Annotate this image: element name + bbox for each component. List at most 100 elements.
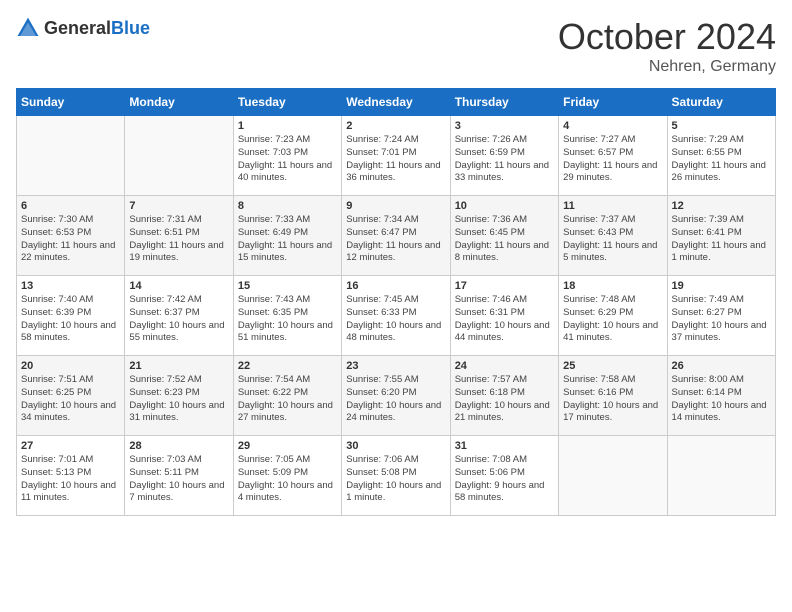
- day-number: 28: [129, 440, 228, 452]
- month-title: October 2024: [558, 16, 776, 58]
- day-cell: 12 Sunrise: 7:39 AM Sunset: 6:41 PM Dayli…: [667, 196, 775, 276]
- week-row-2: 6 Sunrise: 7:30 AM Sunset: 6:53 PM Daylig…: [17, 196, 776, 276]
- day-number: 8: [238, 200, 337, 212]
- day-number: 22: [238, 360, 337, 372]
- day-number: 1: [238, 120, 337, 132]
- day-cell: [559, 436, 667, 516]
- page-header: GeneralBlue October 2024 Nehren, Germany: [16, 16, 776, 76]
- day-info: Sunrise: 7:52 AM Sunset: 6:23 PM Dayligh…: [129, 374, 228, 425]
- week-row-4: 20 Sunrise: 7:51 AM Sunset: 6:25 PM Dayli…: [17, 356, 776, 436]
- day-info: Sunrise: 7:31 AM Sunset: 6:51 PM Dayligh…: [129, 214, 228, 265]
- day-cell: 6 Sunrise: 7:30 AM Sunset: 6:53 PM Daylig…: [17, 196, 125, 276]
- day-info: Sunrise: 7:43 AM Sunset: 6:35 PM Dayligh…: [238, 294, 337, 345]
- day-number: 15: [238, 280, 337, 292]
- day-cell: 24 Sunrise: 7:57 AM Sunset: 6:18 PM Dayli…: [450, 356, 558, 436]
- day-cell: 15 Sunrise: 7:43 AM Sunset: 6:35 PM Dayli…: [233, 276, 341, 356]
- day-cell: 16Sunrise: 7:45 AM Sunset: 6:33 PM Dayli…: [342, 276, 450, 356]
- day-number: 20: [21, 360, 120, 372]
- day-info: Sunrise: 7:57 AM Sunset: 6:18 PM Dayligh…: [455, 374, 554, 425]
- day-info: Sunrise: 7:33 AM Sunset: 6:49 PM Dayligh…: [238, 214, 337, 265]
- day-number: 12: [672, 200, 771, 212]
- day-cell: 13 Sunrise: 7:40 AM Sunset: 6:39 PM Dayli…: [17, 276, 125, 356]
- header-cell-tuesday: Tuesday: [233, 89, 341, 116]
- day-number: 31: [455, 440, 554, 452]
- day-number: 6: [21, 200, 120, 212]
- day-info: Sunrise: 7:29 AM Sunset: 6:55 PM Dayligh…: [672, 134, 771, 185]
- day-number: 11: [563, 200, 662, 212]
- day-info: Sunrise: 7:48 AM Sunset: 6:29 PM Dayligh…: [563, 294, 662, 345]
- day-info: Sunrise: 7:24 AM Sunset: 7:01 PM Dayligh…: [346, 134, 445, 185]
- logo: GeneralBlue: [16, 16, 150, 40]
- day-number: 23: [346, 360, 445, 372]
- day-cell: 25Sunrise: 7:58 AM Sunset: 6:16 PM Dayli…: [559, 356, 667, 436]
- day-number: 2: [346, 120, 445, 132]
- day-cell: 31 Sunrise: 7:08 AM Sunset: 5:06 PM Dayli…: [450, 436, 558, 516]
- header-cell-wednesday: Wednesday: [342, 89, 450, 116]
- day-number: 26: [672, 360, 771, 372]
- day-cell: 18 Sunrise: 7:48 AM Sunset: 6:29 PM Dayli…: [559, 276, 667, 356]
- day-info: Sunrise: 7:49 AM Sunset: 6:27 PM Dayligh…: [672, 294, 771, 345]
- day-number: 25: [563, 360, 662, 372]
- calendar-table: SundayMondayTuesdayWednesdayThursdayFrid…: [16, 88, 776, 516]
- week-row-5: 27Sunrise: 7:01 AM Sunset: 5:13 PM Dayli…: [17, 436, 776, 516]
- day-info: Sunrise: 7:51 AM Sunset: 6:25 PM Dayligh…: [21, 374, 120, 425]
- day-info: Sunrise: 7:55 AM Sunset: 6:20 PM Dayligh…: [346, 374, 445, 425]
- day-cell: 9Sunrise: 7:34 AM Sunset: 6:47 PM Daylig…: [342, 196, 450, 276]
- day-info: Sunrise: 7:26 AM Sunset: 6:59 PM Dayligh…: [455, 134, 554, 185]
- day-info: Sunrise: 7:46 AM Sunset: 6:31 PM Dayligh…: [455, 294, 554, 345]
- day-info: Sunrise: 8:00 AM Sunset: 6:14 PM Dayligh…: [672, 374, 771, 425]
- day-cell: 2 Sunrise: 7:24 AM Sunset: 7:01 PM Daylig…: [342, 116, 450, 196]
- day-info: Sunrise: 7:03 AM Sunset: 5:11 PM Dayligh…: [129, 454, 228, 505]
- day-number: 3: [455, 120, 554, 132]
- day-number: 5: [672, 120, 771, 132]
- day-info: Sunrise: 7:42 AM Sunset: 6:37 PM Dayligh…: [129, 294, 228, 345]
- day-info: Sunrise: 7:30 AM Sunset: 6:53 PM Dayligh…: [21, 214, 120, 265]
- header-row: SundayMondayTuesdayWednesdayThursdayFrid…: [17, 89, 776, 116]
- day-cell: [667, 436, 775, 516]
- day-info: Sunrise: 7:08 AM Sunset: 5:06 PM Dayligh…: [455, 454, 554, 505]
- logo-blue: Blue: [111, 18, 150, 38]
- day-cell: 23 Sunrise: 7:55 AM Sunset: 6:20 PM Dayli…: [342, 356, 450, 436]
- location-title: Nehren, Germany: [558, 58, 776, 76]
- day-info: Sunrise: 7:36 AM Sunset: 6:45 PM Dayligh…: [455, 214, 554, 265]
- week-row-3: 13 Sunrise: 7:40 AM Sunset: 6:39 PM Dayli…: [17, 276, 776, 356]
- day-cell: [125, 116, 233, 196]
- day-info: Sunrise: 7:39 AM Sunset: 6:41 PM Dayligh…: [672, 214, 771, 265]
- day-number: 21: [129, 360, 228, 372]
- day-cell: 27Sunrise: 7:01 AM Sunset: 5:13 PM Dayli…: [17, 436, 125, 516]
- day-number: 24: [455, 360, 554, 372]
- header-cell-monday: Monday: [125, 89, 233, 116]
- logo-text: GeneralBlue: [44, 18, 150, 39]
- day-cell: 14 Sunrise: 7:42 AM Sunset: 6:37 PM Dayli…: [125, 276, 233, 356]
- day-number: 10: [455, 200, 554, 212]
- day-number: 4: [563, 120, 662, 132]
- logo-general: General: [44, 18, 111, 38]
- day-cell: 19 Sunrise: 7:49 AM Sunset: 6:27 PM Dayli…: [667, 276, 775, 356]
- day-cell: 1 Sunrise: 7:23 AM Sunset: 7:03 PM Daylig…: [233, 116, 341, 196]
- day-cell: 5 Sunrise: 7:29 AM Sunset: 6:55 PM Daylig…: [667, 116, 775, 196]
- day-number: 18: [563, 280, 662, 292]
- day-number: 19: [672, 280, 771, 292]
- day-info: Sunrise: 7:23 AM Sunset: 7:03 PM Dayligh…: [238, 134, 337, 185]
- logo-icon: [16, 16, 40, 40]
- calendar-body: 1 Sunrise: 7:23 AM Sunset: 7:03 PM Daylig…: [17, 116, 776, 516]
- day-cell: 21 Sunrise: 7:52 AM Sunset: 6:23 PM Dayli…: [125, 356, 233, 436]
- calendar-header: SundayMondayTuesdayWednesdayThursdayFrid…: [17, 89, 776, 116]
- day-info: Sunrise: 7:40 AM Sunset: 6:39 PM Dayligh…: [21, 294, 120, 345]
- header-cell-thursday: Thursday: [450, 89, 558, 116]
- day-cell: 4Sunrise: 7:27 AM Sunset: 6:57 PM Daylig…: [559, 116, 667, 196]
- day-info: Sunrise: 7:06 AM Sunset: 5:08 PM Dayligh…: [346, 454, 445, 505]
- day-number: 13: [21, 280, 120, 292]
- header-cell-friday: Friday: [559, 89, 667, 116]
- day-number: 7: [129, 200, 228, 212]
- day-info: Sunrise: 7:05 AM Sunset: 5:09 PM Dayligh…: [238, 454, 337, 505]
- day-cell: 29 Sunrise: 7:05 AM Sunset: 5:09 PM Dayli…: [233, 436, 341, 516]
- day-number: 14: [129, 280, 228, 292]
- day-info: Sunrise: 7:01 AM Sunset: 5:13 PM Dayligh…: [21, 454, 120, 505]
- day-number: 30: [346, 440, 445, 452]
- day-cell: 17Sunrise: 7:46 AM Sunset: 6:31 PM Dayli…: [450, 276, 558, 356]
- day-cell: [17, 116, 125, 196]
- week-row-1: 1 Sunrise: 7:23 AM Sunset: 7:03 PM Daylig…: [17, 116, 776, 196]
- day-cell: 30 Sunrise: 7:06 AM Sunset: 5:08 PM Dayli…: [342, 436, 450, 516]
- day-number: 29: [238, 440, 337, 452]
